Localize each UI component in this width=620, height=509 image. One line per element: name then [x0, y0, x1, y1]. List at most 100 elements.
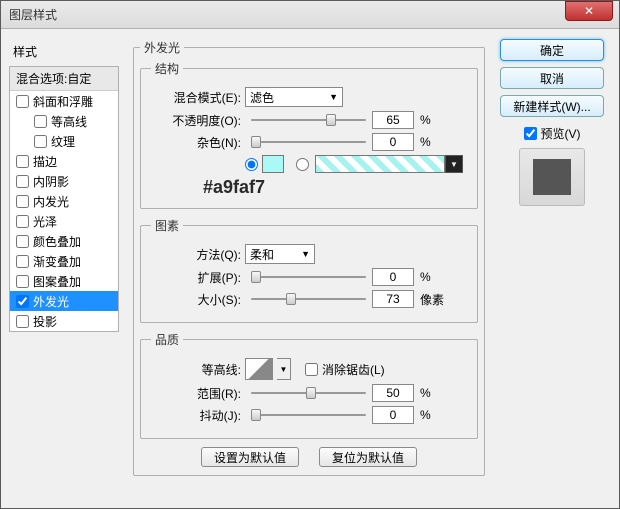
chevron-down-icon: ▼	[329, 92, 338, 102]
gradient-radio[interactable]	[296, 158, 309, 171]
dialog-body: 样式 混合选项:自定 斜面和浮雕 等高线 纹理 描边 内阴影 内发光 光泽 颜色…	[1, 29, 619, 508]
list-item-gradient-overlay[interactable]: 渐变叠加	[10, 251, 118, 271]
preview-swatch	[519, 148, 585, 206]
range-label: 范围(R):	[151, 385, 241, 402]
close-icon: ✕	[584, 4, 594, 18]
size-label: 大小(S):	[151, 291, 241, 308]
new-style-button[interactable]: 新建样式(W)...	[500, 95, 604, 117]
style-list-panel: 样式 混合选项:自定 斜面和浮雕 等高线 纹理 描边 内阴影 内发光 光泽 颜色…	[9, 39, 119, 500]
spread-unit: %	[420, 270, 431, 284]
list-item-contour[interactable]: 等高线	[10, 111, 118, 131]
blend-mode-value: 滤色	[250, 89, 274, 106]
ok-button[interactable]: 确定	[500, 39, 604, 61]
blending-options-header[interactable]: 混合选项:自定	[10, 67, 118, 91]
noise-unit: %	[420, 135, 431, 149]
list-label: 内阴影	[33, 173, 69, 190]
color-swatch[interactable]	[262, 155, 284, 173]
reset-default-button[interactable]: 复位为默认值	[319, 447, 417, 467]
close-button[interactable]: ✕	[565, 1, 613, 21]
chevron-down-icon: ▼	[301, 249, 310, 259]
elements-legend: 图素	[151, 217, 183, 234]
style-list-title: 样式	[9, 39, 119, 66]
texture-checkbox[interactable]	[34, 135, 47, 148]
preview-checkbox[interactable]	[524, 127, 537, 140]
quality-group: 品质 等高线: ▼ 消除锯齿(L) 范围(R): 50 %	[140, 331, 478, 439]
list-label: 光泽	[33, 213, 57, 230]
size-input[interactable]: 73	[372, 290, 414, 308]
jitter-label: 抖动(J):	[151, 407, 241, 424]
contour-label: 等高线:	[151, 361, 241, 378]
blend-mode-label: 混合模式(E):	[151, 89, 241, 106]
list-item-texture[interactable]: 纹理	[10, 131, 118, 151]
outer-glow-section: 外发光 结构 混合模式(E): 滤色▼ 不透明度(O): 65 % 杂色(N):	[133, 39, 485, 476]
spread-slider[interactable]	[251, 270, 366, 284]
jitter-input[interactable]: 0	[372, 406, 414, 424]
pattern-overlay-checkbox[interactable]	[16, 275, 29, 288]
list-item-outer-glow[interactable]: 外发光	[10, 291, 118, 311]
list-label: 渐变叠加	[33, 253, 81, 270]
opacity-label: 不透明度(O):	[151, 112, 241, 129]
list-label: 颜色叠加	[33, 233, 81, 250]
dialog-title: 图层样式	[9, 6, 57, 23]
list-label: 外发光	[33, 293, 69, 310]
elements-group: 图素 方法(Q): 柔和▼ 扩展(P): 0 % 大小(S): 73	[140, 217, 478, 323]
method-select[interactable]: 柔和▼	[245, 244, 315, 264]
contour-checkbox[interactable]	[34, 115, 47, 128]
antialias-checkbox[interactable]	[305, 363, 318, 376]
section-title: 外发光	[140, 39, 184, 56]
gradient-overlay-checkbox[interactable]	[16, 255, 29, 268]
size-unit: 像素	[420, 291, 444, 308]
inner-shadow-checkbox[interactable]	[16, 175, 29, 188]
noise-slider[interactable]	[251, 135, 366, 149]
color-overlay-checkbox[interactable]	[16, 235, 29, 248]
contour-picker[interactable]	[245, 358, 273, 380]
jitter-unit: %	[420, 408, 431, 422]
list-item-pattern-overlay[interactable]: 图案叠加	[10, 271, 118, 291]
noise-input[interactable]: 0	[372, 133, 414, 151]
titlebar: 图层样式 ✕	[1, 1, 619, 29]
list-item-bevel[interactable]: 斜面和浮雕	[10, 91, 118, 111]
list-item-satin[interactable]: 光泽	[10, 211, 118, 231]
opacity-slider[interactable]	[251, 113, 366, 127]
contour-dropdown[interactable]: ▼	[277, 358, 291, 380]
list-label: 内发光	[33, 193, 69, 210]
opacity-unit: %	[420, 113, 431, 127]
range-unit: %	[420, 386, 431, 400]
list-label: 描边	[33, 153, 57, 170]
opacity-input[interactable]: 65	[372, 111, 414, 129]
inner-glow-checkbox[interactable]	[16, 195, 29, 208]
blend-mode-select[interactable]: 滤色 ▼	[245, 87, 343, 107]
list-item-inner-shadow[interactable]: 内阴影	[10, 171, 118, 191]
bevel-checkbox[interactable]	[16, 95, 29, 108]
satin-checkbox[interactable]	[16, 215, 29, 228]
spread-input[interactable]: 0	[372, 268, 414, 286]
gradient-dropdown[interactable]: ▼	[445, 155, 463, 173]
noise-label: 杂色(N):	[151, 134, 241, 151]
list-item-drop-shadow[interactable]: 投影	[10, 311, 118, 331]
center-panel: 外发光 结构 混合模式(E): 滤色▼ 不透明度(O): 65 % 杂色(N):	[133, 39, 485, 500]
layer-style-dialog: 图层样式 ✕ 样式 混合选项:自定 斜面和浮雕 等高线 纹理 描边 内阴影 内发…	[0, 0, 620, 509]
list-item-inner-glow[interactable]: 内发光	[10, 191, 118, 211]
stroke-checkbox[interactable]	[16, 155, 29, 168]
cancel-button[interactable]: 取消	[500, 67, 604, 89]
range-input[interactable]: 50	[372, 384, 414, 402]
list-label: 斜面和浮雕	[33, 93, 93, 110]
jitter-slider[interactable]	[251, 408, 366, 422]
outer-glow-checkbox[interactable]	[16, 295, 29, 308]
list-item-color-overlay[interactable]: 颜色叠加	[10, 231, 118, 251]
drop-shadow-checkbox[interactable]	[16, 315, 29, 328]
gradient-picker[interactable]	[315, 155, 445, 173]
method-label: 方法(Q):	[151, 246, 241, 263]
preview-label: 预览(V)	[541, 125, 581, 142]
style-list: 混合选项:自定 斜面和浮雕 等高线 纹理 描边 内阴影 内发光 光泽 颜色叠加 …	[9, 66, 119, 332]
spread-label: 扩展(P):	[151, 269, 241, 286]
size-slider[interactable]	[251, 292, 366, 306]
list-label: 等高线	[51, 113, 87, 130]
list-label: 纹理	[51, 133, 75, 150]
set-default-button[interactable]: 设置为默认值	[201, 447, 299, 467]
right-panel: 确定 取消 新建样式(W)... 预览(V)	[493, 39, 611, 500]
solid-color-radio[interactable]	[245, 158, 258, 171]
range-slider[interactable]	[251, 386, 366, 400]
structure-group: 结构 混合模式(E): 滤色▼ 不透明度(O): 65 % 杂色(N):	[140, 60, 478, 209]
list-item-stroke[interactable]: 描边	[10, 151, 118, 171]
